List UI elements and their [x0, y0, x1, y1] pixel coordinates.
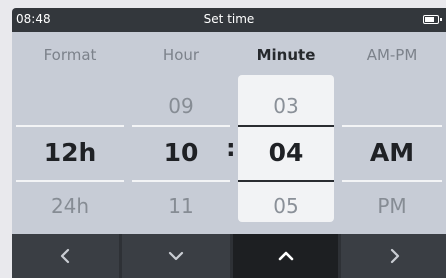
chevron-down-icon [168, 251, 184, 261]
time-setting-screen: 08:48 Set time Format 12h 24h Hour 09 10… [12, 8, 446, 278]
format-bottom-divider [16, 180, 124, 182]
hour-header: Hour [162, 46, 200, 64]
hour-next-value: 11 [168, 194, 194, 218]
ampm-bottom-divider [342, 180, 442, 182]
previous-column-button[interactable] [12, 234, 119, 278]
hour-column[interactable]: Hour 09 10 11 [128, 32, 234, 226]
decrease-button[interactable] [122, 234, 230, 278]
ampm-current-value: AM [369, 138, 415, 167]
hour-prev-value: 09 [168, 94, 194, 118]
chevron-up-icon [278, 251, 293, 261]
minute-column[interactable]: Minute 03 04 05 [234, 32, 338, 226]
chevron-right-icon [390, 248, 399, 264]
ampm-header: AM-PM [366, 46, 418, 64]
increase-button[interactable] [233, 234, 338, 278]
format-column[interactable]: Format 12h 24h [12, 32, 128, 226]
status-bar: 08:48 Set time [12, 8, 446, 32]
hour-top-divider [132, 125, 230, 127]
battery-icon [423, 15, 442, 24]
minute-top-divider [238, 125, 334, 127]
minute-current-value: 04 [268, 138, 304, 167]
chevron-left-icon [60, 248, 69, 264]
minute-prev-value: 03 [273, 94, 299, 118]
navigation-bar [12, 234, 446, 278]
ampm-top-divider [342, 125, 442, 127]
minute-bottom-divider [238, 180, 334, 182]
minute-header: Minute [256, 46, 316, 64]
minute-next-value: 05 [273, 194, 299, 218]
next-column-button[interactable] [341, 234, 446, 278]
format-current-value: 12h [43, 138, 97, 167]
hour-bottom-divider [132, 180, 230, 182]
ampm-column[interactable]: AM-PM AM PM [338, 32, 446, 226]
format-next-value: 24h [50, 194, 90, 218]
format-header: Format [43, 46, 97, 64]
ampm-next-value: PM [377, 194, 407, 218]
time-separator: : [226, 134, 236, 162]
screen-title: Set time [203, 12, 255, 26]
hour-current-value: 10 [163, 138, 199, 167]
format-top-divider [16, 125, 124, 127]
